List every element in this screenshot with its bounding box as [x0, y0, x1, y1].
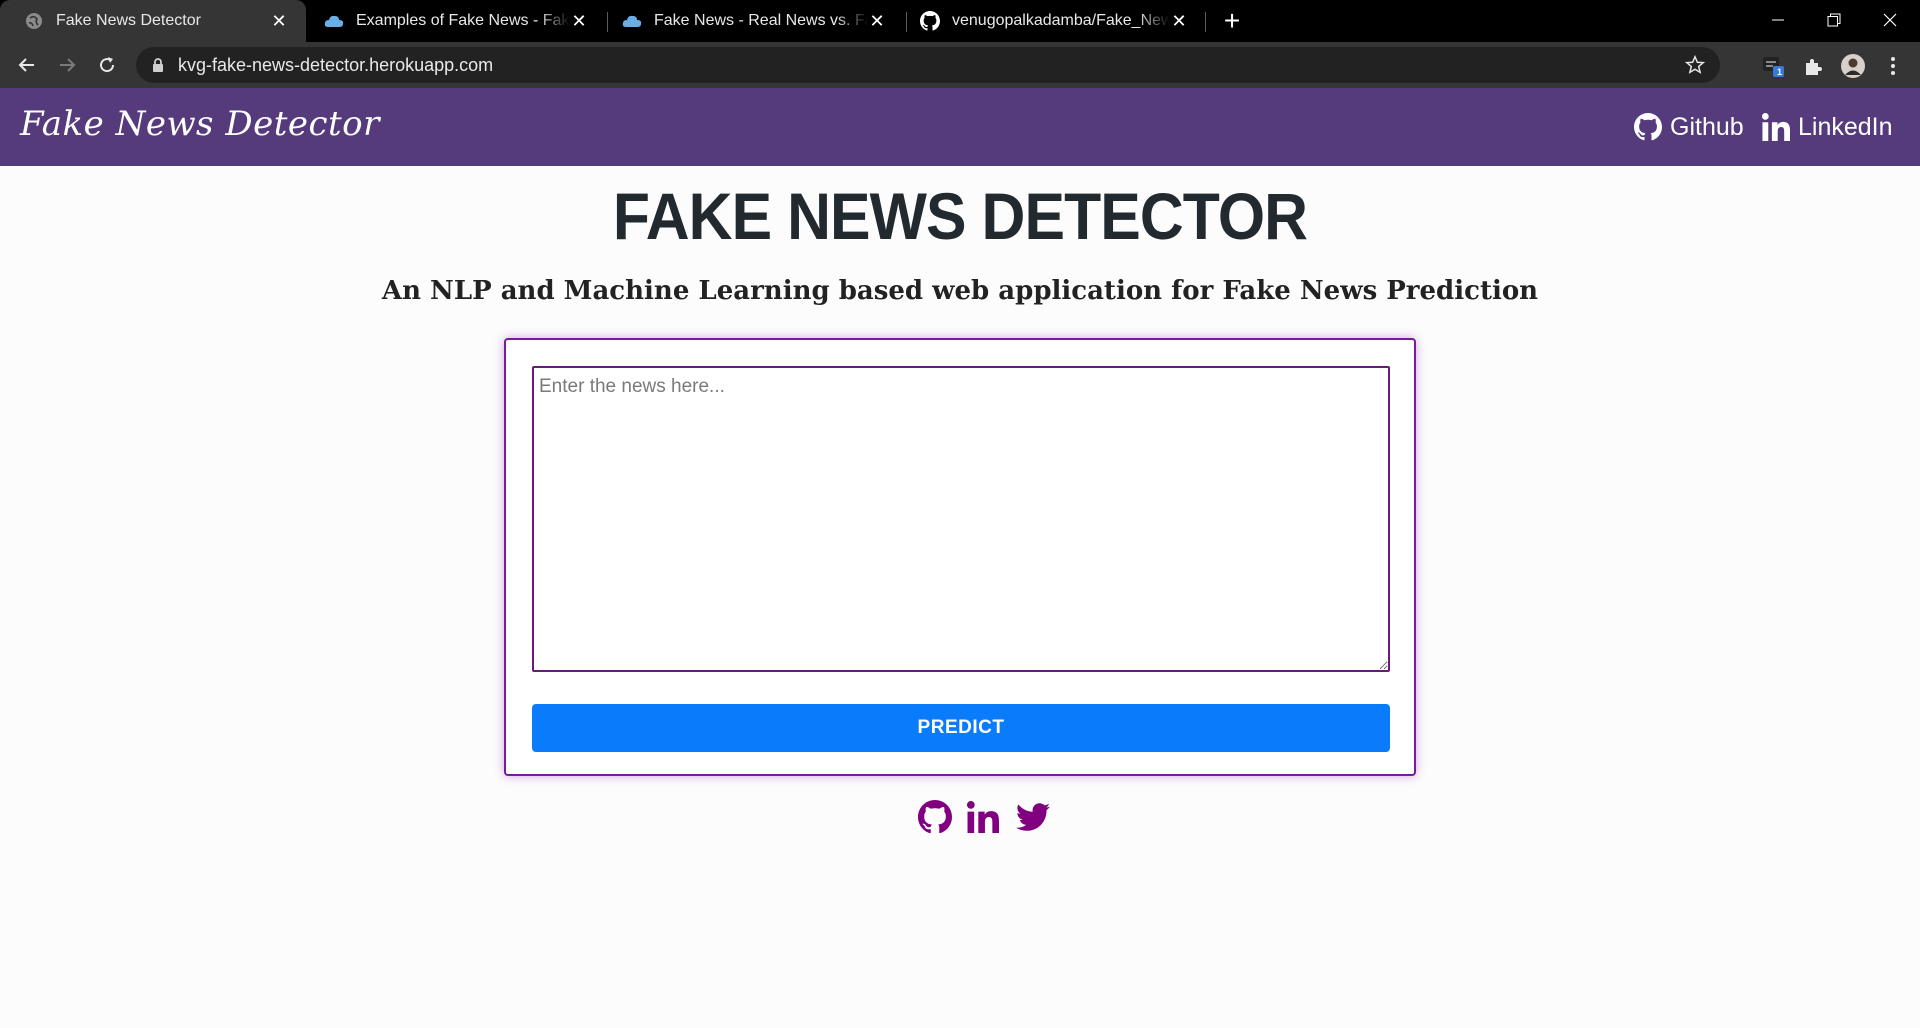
bookmark-star-icon[interactable] — [1684, 54, 1706, 76]
linkedin-icon — [967, 801, 999, 833]
footer-linkedin-link[interactable] — [965, 800, 1001, 834]
lock-icon — [150, 57, 166, 73]
profile-avatar[interactable] — [1840, 53, 1866, 79]
reload-button[interactable] — [92, 50, 122, 80]
restore-icon[interactable] — [1806, 0, 1862, 40]
browser-tab-4[interactable]: venugopalkadamba/Fake_News_Detection ✕ — [896, 0, 1206, 42]
nav-link-github-label: Github — [1670, 112, 1744, 141]
extension-badge: 1 — [1777, 67, 1783, 77]
tab-separator — [1205, 12, 1206, 32]
news-text-input[interactable] — [532, 366, 1390, 672]
nav-link-linkedin[interactable]: LinkedIn — [1762, 110, 1893, 144]
tab-title: venugopalkadamba/Fake_News_Detection — [952, 12, 1170, 29]
prediction-form-card: PREDICT — [504, 338, 1416, 776]
close-tab-icon[interactable]: ✕ — [866, 10, 888, 32]
site-navbar: Fake News Detector Github LinkedIn — [0, 88, 1920, 166]
twitter-icon — [1016, 803, 1050, 831]
github-icon — [1634, 113, 1662, 141]
close-tab-icon[interactable]: ✕ — [1168, 10, 1190, 32]
cloud-icon — [324, 11, 344, 31]
tab-title: Fake News - Real News vs. Fake News — [654, 12, 868, 29]
nav-link-linkedin-label: LinkedIn — [1798, 112, 1893, 141]
predict-button[interactable]: PREDICT — [532, 704, 1390, 752]
linkedin-icon — [1762, 113, 1790, 141]
back-button[interactable] — [12, 50, 42, 80]
brand-logo-link[interactable]: Fake News Detector — [20, 104, 380, 144]
page-title: FAKE NEWS DETECTOR — [612, 179, 1308, 253]
cloud-icon — [622, 11, 642, 31]
footer-twitter-link[interactable] — [1015, 800, 1051, 834]
github-icon — [920, 11, 940, 31]
page-subtitle: An NLP and Machine Learning based web ap… — [381, 276, 1539, 306]
puzzle-extensions-icon[interactable] — [1800, 53, 1826, 79]
browser-tab-3[interactable]: Fake News - Real News vs. Fake News ✕ — [598, 0, 904, 42]
browser-toolbar: kvg-fake-news-detector.herokuapp.com 1 — [0, 42, 1920, 88]
forward-button[interactable] — [52, 50, 82, 80]
tab-title: Fake News Detector — [56, 12, 201, 29]
github-icon — [918, 800, 952, 834]
globe-icon — [24, 11, 44, 31]
address-bar[interactable]: kvg-fake-news-detector.herokuapp.com — [136, 47, 1720, 83]
minimize-icon[interactable] — [1750, 0, 1806, 40]
extension-icon[interactable]: 1 — [1760, 53, 1786, 79]
nav-link-github[interactable]: Github — [1634, 110, 1744, 144]
tab-title: Examples of Fake News - Fake News — [356, 12, 570, 29]
new-tab-button[interactable]: + — [1218, 7, 1246, 36]
close-tab-icon[interactable]: ✕ — [568, 10, 590, 32]
close-tab-icon[interactable]: ✕ — [268, 10, 290, 32]
close-window-icon[interactable] — [1862, 0, 1918, 40]
browser-tab-1[interactable]: Fake News Detector ✕ — [0, 0, 306, 42]
footer-github-link[interactable] — [917, 800, 953, 834]
browser-menu-icon[interactable] — [1880, 53, 1906, 79]
browser-tab-2[interactable]: Examples of Fake News - Fake News ✕ — [300, 0, 606, 42]
address-url: kvg-fake-news-detector.herokuapp.com — [178, 55, 494, 75]
browser-tab-strip: Fake News Detector ✕ Examples of Fake Ne… — [0, 0, 1920, 42]
